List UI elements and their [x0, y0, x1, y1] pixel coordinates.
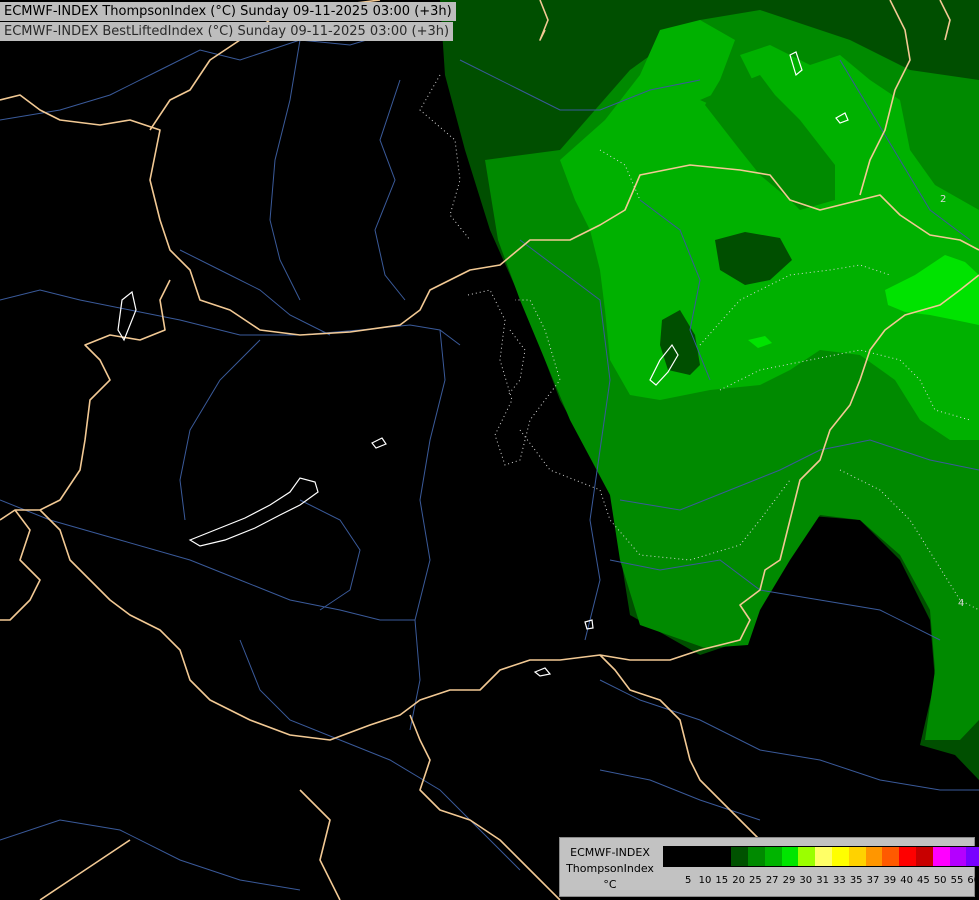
legend-swatch: [932, 847, 950, 866]
contour-label: 4: [958, 598, 964, 609]
legend-swatch: [815, 847, 832, 866]
legend-tick: 35: [849, 875, 863, 886]
legend-swatch: [899, 847, 916, 866]
legend-swatch: [731, 847, 748, 866]
legend-tick: 40: [900, 875, 913, 886]
legend-tick: 31: [816, 875, 829, 886]
legend-swatch: [949, 847, 967, 866]
legend-tick: 25: [749, 875, 762, 886]
legend-tick: 37: [866, 875, 880, 886]
legend-tick: 45: [917, 875, 930, 886]
legend-parameter-label: ThompsonIndex: [566, 862, 654, 875]
legend-tick: 39: [883, 875, 897, 886]
legend-model-label: ECMWF-INDEX: [570, 846, 650, 859]
legend-swatch: [865, 847, 883, 866]
legend-swatch: [915, 847, 933, 866]
color-legend: ECMWF-INDEX ThompsonIndex °C 5 10 15 20 25 27…: [559, 837, 979, 897]
legend-color-scale: [663, 846, 979, 867]
legend-tick: 60: [967, 875, 979, 886]
legend-swatch: [697, 847, 715, 866]
legend-tick: 5: [685, 875, 692, 886]
map-title-secondary: ECMWF-INDEX BestLiftedIndex (°C) Sunday …: [0, 22, 454, 41]
legend-tick: 50: [933, 875, 947, 886]
legend-unit-label: °C: [603, 878, 617, 891]
legend-swatch: [831, 847, 849, 866]
legend-swatch: [882, 847, 900, 866]
legend-swatch: [798, 847, 816, 866]
legend-swatch: [714, 847, 732, 866]
legend-tick: 15: [715, 875, 729, 886]
legend-swatch: [764, 847, 782, 866]
legend-tick: 55: [950, 875, 964, 886]
legend-swatch: [781, 847, 799, 866]
legend-swatch: [680, 847, 698, 866]
legend-tick: 27: [765, 875, 779, 886]
legend-swatch: [747, 847, 765, 866]
contour-label: 2: [940, 194, 946, 205]
legend-tick: 20: [732, 875, 745, 886]
legend-swatch: [664, 847, 681, 866]
legend-tick: 10: [698, 875, 712, 886]
legend-swatch: [848, 847, 866, 866]
legend-tick: 30: [799, 875, 813, 886]
weather-map: 2 4: [0, 0, 979, 900]
map-title-primary: ECMWF-INDEX ThompsonIndex (°C) Sunday 09…: [0, 2, 456, 21]
legend-tick: 29: [782, 875, 796, 886]
legend-tick-labels: 5 10 15 20 25 27 29 30 31 33 35 37 39 40 45 50 55 60: [663, 875, 979, 888]
legend-swatch: [966, 847, 979, 866]
legend-tick: 33: [833, 875, 846, 886]
